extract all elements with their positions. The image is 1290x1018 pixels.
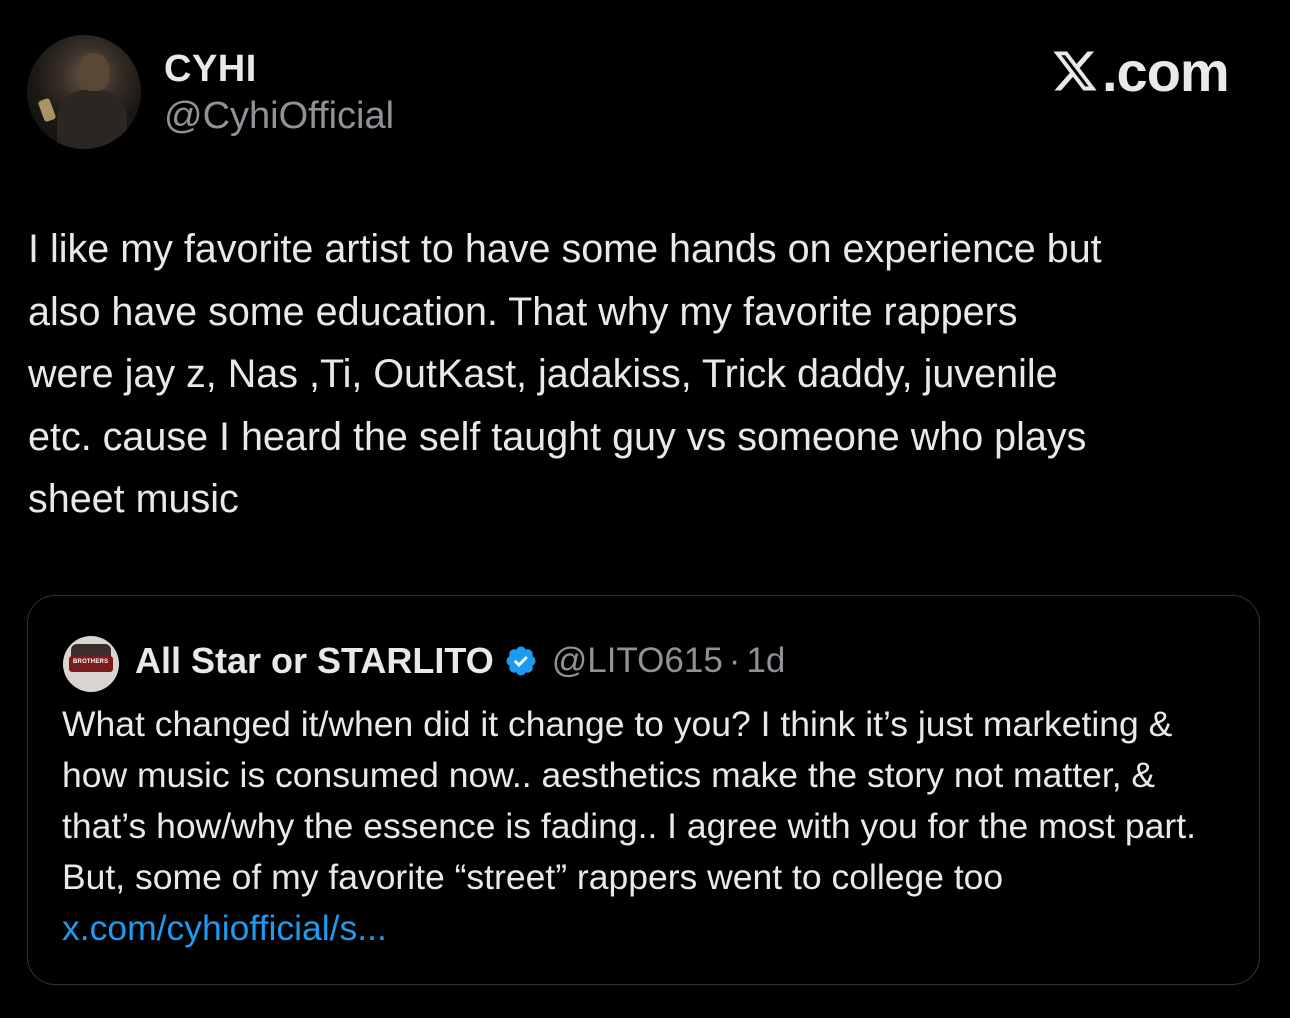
quoted-author-name[interactable]: All Star or STARLITO — [135, 640, 494, 682]
quoted-tweet-link[interactable]: x.com/cyhiofficial/s... — [62, 908, 387, 948]
avatar-figure-body — [57, 90, 127, 149]
header-separator: · — [728, 641, 741, 680]
brand-watermark: .com — [1050, 40, 1230, 103]
verified-badge-icon — [506, 646, 536, 676]
avatar-figure-glass — [37, 97, 57, 123]
brand-label: .com — [1102, 40, 1230, 103]
quoted-tweet-timestamp[interactable]: 1d — [746, 641, 785, 681]
quoted-tweet-text: What changed it/when did it change to yo… — [62, 704, 1196, 897]
quoted-author-avatar[interactable]: BROTHERS — [63, 636, 119, 692]
quoted-tweet-body: What changed it/when did it change to yo… — [62, 699, 1242, 954]
author-display-name[interactable]: CYHI — [164, 47, 257, 91]
x-logo-icon — [1053, 51, 1097, 91]
avatar-figure-face — [79, 53, 109, 91]
quoted-author-handle[interactable]: @LITO615 — [552, 641, 723, 681]
tweet-body: I like my favorite artist to have some h… — [28, 227, 1102, 521]
quoted-tweet-card[interactable]: BROTHERS All Star or STARLITO @LITO615 ·… — [27, 595, 1260, 985]
author-handle[interactable]: @CyhiOfficial — [164, 94, 394, 138]
author-avatar[interactable] — [27, 35, 141, 149]
quoted-tweet-header: All Star or STARLITO @LITO615 · 1d — [135, 636, 785, 686]
avatar-banner-text: BROTHERS — [73, 659, 109, 665]
